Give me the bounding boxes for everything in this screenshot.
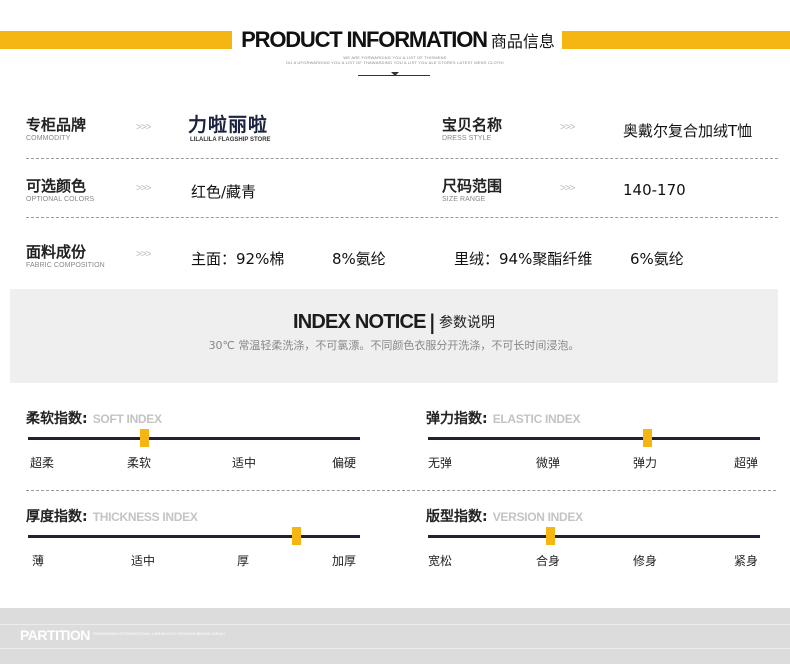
dress-arrow-icon: >>> (560, 122, 576, 133)
size-value: 140-170 (623, 181, 686, 199)
page-title-en: PRODUCT INFORMATION (241, 27, 488, 52)
version-index-tick-label: 紧身 (734, 554, 759, 568)
fabric-lining-value: 里绒：94%聚酯纤维 (454, 250, 593, 268)
elastic-index-track (428, 437, 760, 440)
thickness-index-tick-label: 适中 (131, 554, 156, 568)
fabric-main-spandex: 8%氨纶 (332, 250, 386, 268)
size-label: 尺码范围 SIZE RANGE (442, 177, 503, 203)
fabric-label: 面料成份 FABRIC COMPOSITION (26, 243, 105, 269)
thickness-index-tick-label: 加厚 (332, 554, 357, 568)
color-arrow-icon: >>> (136, 183, 152, 194)
soft-index-tick-label: 超柔 (30, 456, 55, 470)
soft-index-title-en: SOFT INDEX (92, 412, 162, 426)
header-pointer-icon (391, 72, 399, 76)
size-arrow-icon: >>> (560, 183, 576, 194)
dress-label: 宝贝名称 DRESS STYLE (442, 116, 503, 142)
elastic-index-marker (642, 429, 652, 447)
thickness-index-marker (292, 527, 302, 545)
fabric-arrow-icon: >>> (136, 249, 152, 260)
header-accent-bar-left (0, 31, 232, 49)
notice-title: INDEX NOTICE | 参数说明 (293, 310, 495, 334)
elastic-index-tick-label: 无弹 (428, 456, 453, 470)
version-index-tick-label: 宽松 (428, 554, 453, 568)
divider (26, 158, 778, 159)
color-value: 红色/藏青 (191, 183, 257, 201)
info-row-fabric: 面料成份 FABRIC COMPOSITION >>> 主面：92%棉 8%氨纶… (26, 243, 778, 277)
brand-label: 专柜品牌 COMMODITY (26, 116, 87, 142)
version-index-marker (546, 527, 556, 545)
version-index-tick-label: 合身 (536, 554, 561, 568)
thickness-index-tick-label: 薄 (32, 554, 45, 568)
elastic-index-tick-label: 微弹 (536, 456, 561, 470)
version-index-tick-label: 修身 (633, 554, 658, 568)
page-title-zh: 商品信息 (490, 32, 555, 51)
version-index-track (428, 535, 760, 538)
header-accent-bar-right (562, 31, 790, 49)
elastic-index-title: 弹力指数: (426, 411, 488, 427)
version-index-title-en: VERSION INDEX (492, 510, 583, 524)
elastic-index-tick-label: 超弹 (734, 456, 759, 470)
soft-index-tick-label: 柔软 (127, 456, 152, 470)
header-subtitle: WE ARE FORWARDING YOU A LIST OF THISMENS… (0, 55, 790, 65)
notice-text: 30℃ 常温轻柔洗涤，不可氯漂。不同颜色衣服分开洗涤，不可长时间浸泡。 (208, 339, 580, 352)
soft-index-tick-label: 偏硬 (332, 456, 357, 470)
fabric-main-value: 主面：92%棉 (191, 250, 285, 268)
footer-banner: PARTITION SUNSHINING INTERNATIONAL URBAN… (0, 608, 790, 664)
fabric-lining-spandex: 6%氨纶 (630, 250, 684, 268)
divider (26, 490, 776, 491)
dress-value: 奥戴尔复合加绒T恤 (623, 122, 753, 140)
thickness-index-title: 厚度指数: (26, 509, 88, 525)
soft-index-tick-label: 适中 (232, 456, 257, 470)
soft-index-title: 柔软指数: (26, 411, 88, 427)
thickness-index-tick-label: 厚 (237, 554, 250, 568)
header-subtitle-line-2: DU A UFORWARDING YOU A LIST OF THAWARDIN… (286, 60, 504, 65)
thickness-index-title-en: THICKNESS INDEX (92, 510, 198, 524)
thickness-index-track (28, 535, 360, 538)
soft-index-track (28, 437, 360, 440)
index-notice: INDEX NOTICE | 参数说明 30℃ 常温轻柔洗涤，不可氯漂。不同颜色… (10, 289, 778, 383)
elastic-index-tick-label: 弹力 (633, 456, 658, 470)
version-index-title: 版型指数: (426, 509, 488, 525)
brand-arrow-icon: >>> (136, 122, 152, 133)
info-row-brand: 专柜品牌 COMMODITY >>> 力啦丽啦 LILALILA FLAGSHI… (26, 112, 778, 157)
soft-index-marker (139, 429, 149, 447)
footer-title: PARTITION (20, 627, 90, 643)
page-title: PRODUCT INFORMATION 商品信息 (240, 26, 556, 54)
brand-logo: 力啦丽啦 LILALILA FLAGSHIP STORE (188, 114, 271, 143)
footer-subtitle: SUNSHINING INTERNATIONAL URBAN CHIC FASH… (93, 631, 226, 636)
elastic-index-title-en: ELASTIC INDEX (492, 412, 581, 426)
color-label: 可选颜色 OPTIONAL COLORS (26, 177, 95, 203)
info-row-color: 可选颜色 OPTIONAL COLORS >>> 红色/藏青 尺码范围 SIZE… (26, 173, 778, 218)
divider (26, 217, 778, 218)
